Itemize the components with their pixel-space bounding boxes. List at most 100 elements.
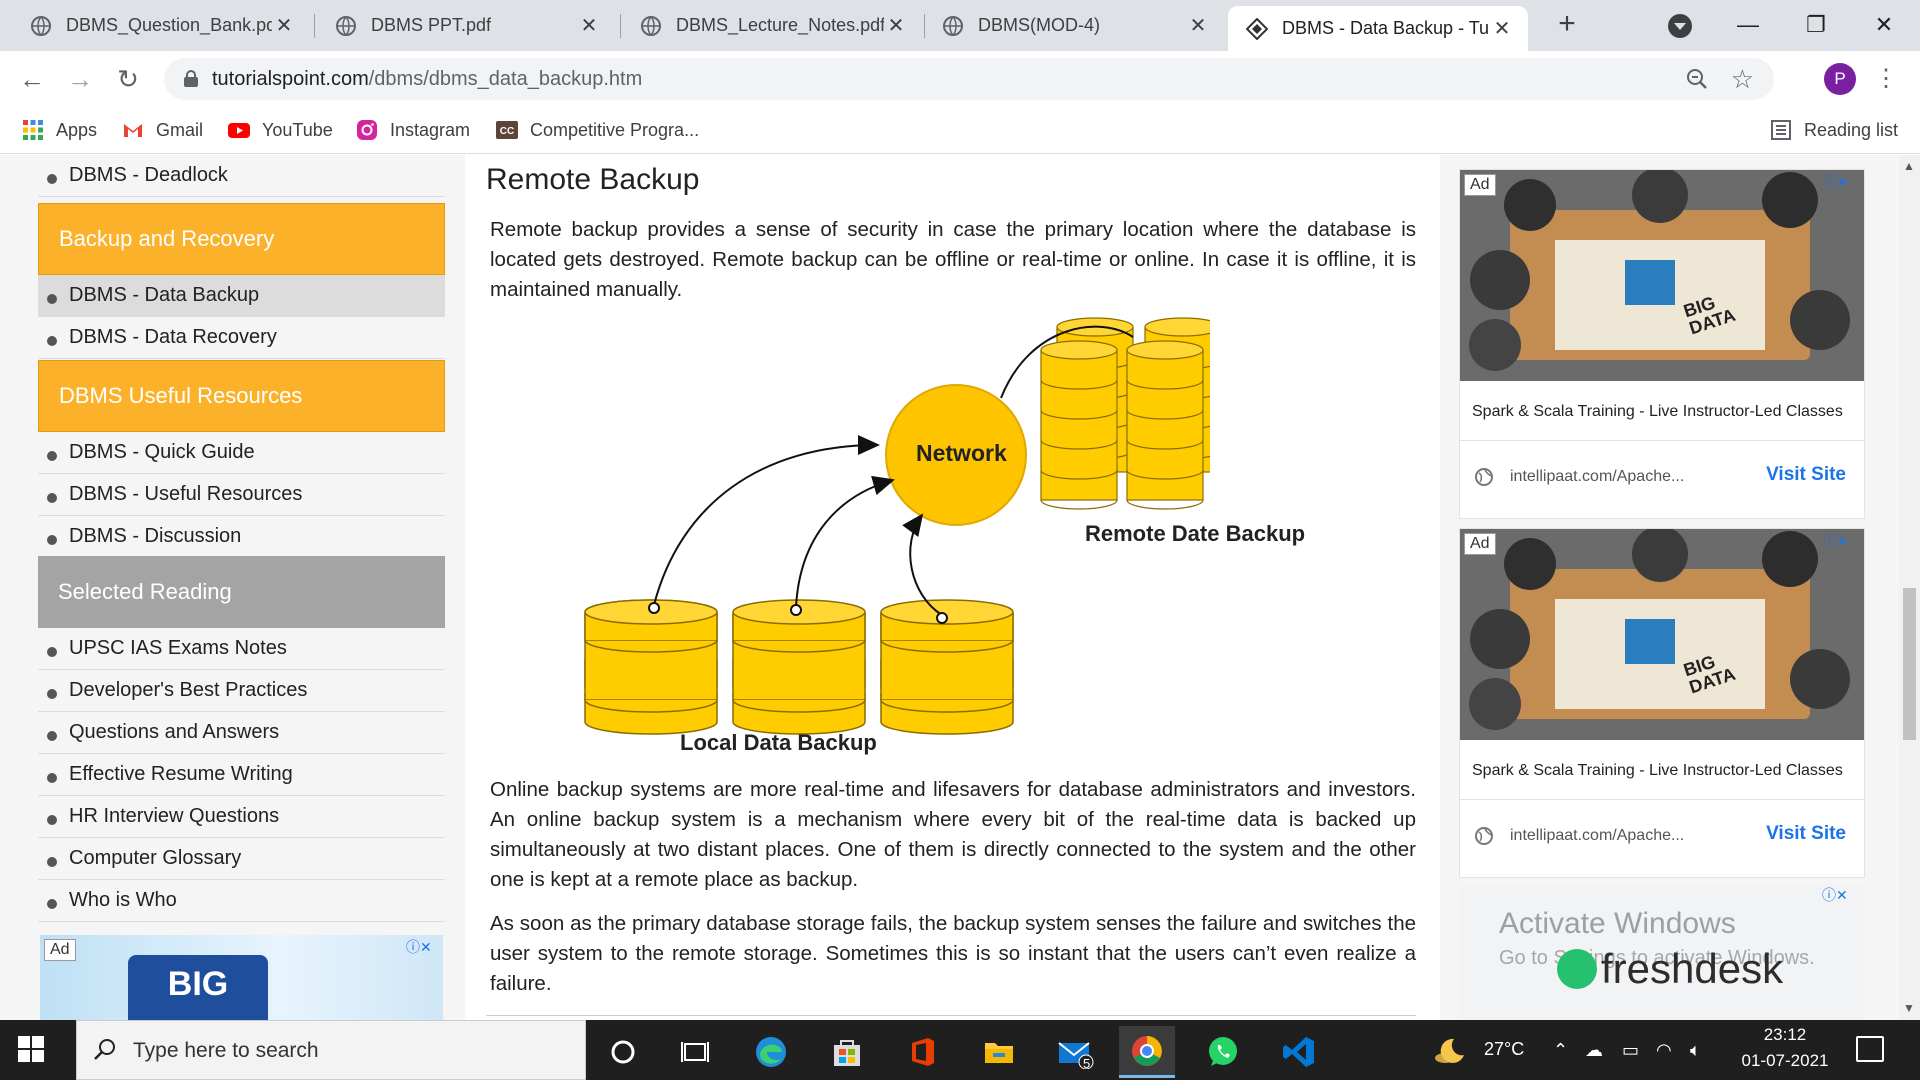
divider [486, 1015, 1416, 1016]
sidebar-item-upsc[interactable]: UPSC IAS Exams Notes [38, 628, 445, 670]
taskbar-whatsapp[interactable] [1195, 1026, 1251, 1078]
bookmark-apps[interactable]: Apps [22, 116, 97, 144]
scroll-thumb[interactable] [1903, 588, 1916, 740]
taskbar-chrome[interactable] [1119, 1026, 1175, 1078]
taskbar-mail[interactable]: 5 [1047, 1026, 1103, 1078]
taskbar-vscode[interactable] [1271, 1026, 1327, 1078]
weather-temperature[interactable]: 27°C [1484, 1039, 1524, 1060]
windows-start-icon[interactable] [18, 1036, 46, 1064]
right-ad-1[interactable]: BIG DATA Ad ⓘ✕ Spark & Scala Training - … [1459, 169, 1865, 519]
sidebar-item-resume[interactable]: Effective Resume Writing [38, 754, 445, 796]
taskbar-file-explorer[interactable] [971, 1026, 1027, 1078]
headset-icon [1557, 949, 1597, 989]
close-icon[interactable]: ✕ [577, 13, 601, 38]
chevron-up-icon[interactable]: ⌃ [1553, 1040, 1568, 1061]
notification-center-icon[interactable] [1856, 1036, 1884, 1062]
reading-list-button[interactable]: Reading list [1770, 116, 1898, 144]
tab-search-button[interactable] [1668, 14, 1692, 38]
forward-button[interactable]: → [62, 61, 98, 97]
close-icon[interactable]: ✕ [884, 13, 908, 38]
adchoices-icon[interactable]: ⓘ✕ [1822, 885, 1848, 905]
sidebar-item-discussion[interactable]: DBMS - Discussion [38, 516, 445, 558]
ad-image: BIG DATA [1460, 170, 1864, 381]
sidebar-item-label: Who is Who [69, 889, 177, 911]
bookmark-youtube[interactable]: YouTube [228, 116, 333, 144]
clock-date[interactable]: 01-07-2021 [1732, 1051, 1838, 1071]
url-text[interactable]: tutorialspoint.com/dbms/dbms_data_backup… [212, 68, 642, 91]
scroll-down-arrow-icon[interactable]: ▼ [1903, 1001, 1915, 1015]
remote-database [1040, 317, 1210, 510]
bookmark-instagram[interactable]: Instagram [356, 116, 470, 144]
speaker-icon[interactable]: 🔈︎ [1690, 1040, 1701, 1061]
right-ad-2[interactable]: BIG DATA Ad ⓘ✕ Spark & Scala Training - … [1459, 528, 1865, 878]
back-button[interactable]: ← [14, 61, 50, 97]
profile-avatar[interactable]: P [1824, 63, 1856, 95]
tab-mod4[interactable]: DBMS(MOD-4) ✕ [912, 0, 1224, 51]
reload-button[interactable]: ↻ [110, 61, 146, 97]
adchoices-icon[interactable]: ⓘ✕ [1823, 172, 1849, 192]
close-icon[interactable]: ✕ [1186, 13, 1210, 38]
bookmark-competitive-programming[interactable]: CC Competitive Progra... [496, 116, 699, 144]
sidebar-item-data-backup[interactable]: DBMS - Data Backup [38, 275, 445, 317]
restore-button[interactable]: ❐ [1796, 8, 1836, 42]
ad-host: intellipaat.com/Apache... [1510, 468, 1685, 485]
instagram-icon [357, 120, 377, 140]
new-tab-button[interactable]: + [1550, 8, 1584, 42]
visit-site-button[interactable]: Visit Site [1766, 464, 1846, 486]
sidebar-heading-selected-reading: Selected Reading [38, 556, 445, 628]
battery-icon[interactable]: ▭ [1622, 1040, 1639, 1061]
freshdesk-ad[interactable]: ⓘ✕ Activate Windows Go to Settings to ac… [1459, 885, 1865, 1020]
sidebar-item-useful-resources[interactable]: DBMS - Useful Resources [38, 474, 445, 516]
bullet-icon [47, 814, 57, 825]
cortana-button[interactable] [595, 1026, 651, 1078]
url-path: /dbms/dbms_data_backup.htm [368, 68, 643, 90]
clock-time[interactable]: 23:12 [1740, 1025, 1830, 1045]
wifi-icon[interactable]: ◠ [1656, 1040, 1672, 1061]
adchoices-icon[interactable]: ⓘ✕ [1823, 531, 1849, 551]
taskbar-office[interactable] [895, 1026, 951, 1078]
lock-icon [184, 70, 198, 87]
minimize-button[interactable]: — [1728, 8, 1768, 42]
close-icon[interactable]: ✕ [272, 13, 296, 38]
taskbar-store[interactable] [819, 1026, 875, 1078]
sidebar-item-hr[interactable]: HR Interview Questions [38, 796, 445, 838]
scroll-up-arrow-icon[interactable]: ▲ [1903, 159, 1915, 173]
reading-list-icon [1771, 120, 1791, 140]
gmail-icon [124, 124, 142, 137]
sidebar-item-best-practices[interactable]: Developer's Best Practices [38, 670, 445, 712]
page-scrollbar[interactable]: ▲ ▼ [1899, 155, 1920, 1020]
ad-divider [1460, 440, 1864, 441]
sidebar-item-glossary[interactable]: Computer Glossary [38, 838, 445, 880]
tab-lecture-notes[interactable]: DBMS_Lecture_Notes.pdf ✕ [610, 0, 922, 51]
bookmark-gmail[interactable]: Gmail [122, 116, 203, 144]
address-bar[interactable]: tutorialspoint.com/dbms/dbms_data_backup… [164, 58, 1774, 100]
tab-question-bank[interactable]: DBMS_Question_Bank.pdf ✕ [0, 0, 310, 51]
bullet-icon [47, 772, 57, 783]
sidebar-ad[interactable]: Ad ⓘ✕ BIG [40, 935, 443, 1020]
tab-data-backup[interactable]: DBMS - Data Backup - Tu ✕ [1228, 6, 1528, 51]
apps-grid-icon [23, 120, 43, 140]
sidebar-item-quick-guide[interactable]: DBMS - Quick Guide [38, 432, 445, 474]
sidebar-item-deadlock[interactable]: DBMS - Deadlock [38, 155, 445, 197]
sidebar-item-qa[interactable]: Questions and Answers [38, 712, 445, 754]
close-icon[interactable]: ✕ [1490, 16, 1514, 41]
big-data-illustration [1460, 170, 1864, 381]
onedrive-cloud-icon[interactable]: ☁ [1585, 1040, 1603, 1061]
sidebar-item-data-recovery[interactable]: DBMS - Data Recovery [38, 317, 445, 359]
adchoices-icon[interactable]: ⓘ✕ [406, 937, 432, 957]
taskbar-edge[interactable] [743, 1026, 799, 1078]
tab-dbms-ppt[interactable]: DBMS PPT.pdf ✕ [305, 0, 615, 51]
bookmark-star-icon[interactable]: ☆ [1731, 64, 1754, 95]
sidebar-item-label: DBMS - Useful Resources [69, 483, 303, 505]
taskbar-search[interactable]: Type here to search [76, 1020, 586, 1080]
freshdesk-wordmark: freshdesk [1601, 945, 1784, 992]
menu-dots-icon[interactable]: ⋮ [1874, 61, 1898, 97]
task-view-button[interactable] [667, 1026, 723, 1078]
visit-site-button[interactable]: Visit Site [1766, 823, 1846, 845]
close-window-button[interactable]: ✕ [1864, 8, 1904, 42]
sidebar-item-who-is-who[interactable]: Who is Who [38, 880, 445, 922]
zoom-icon[interactable] [1686, 68, 1708, 90]
ad-logo: BIG [128, 955, 268, 1020]
section-heading: Remote Backup [486, 163, 700, 196]
sidebar-item-label: Questions and Answers [69, 721, 280, 743]
